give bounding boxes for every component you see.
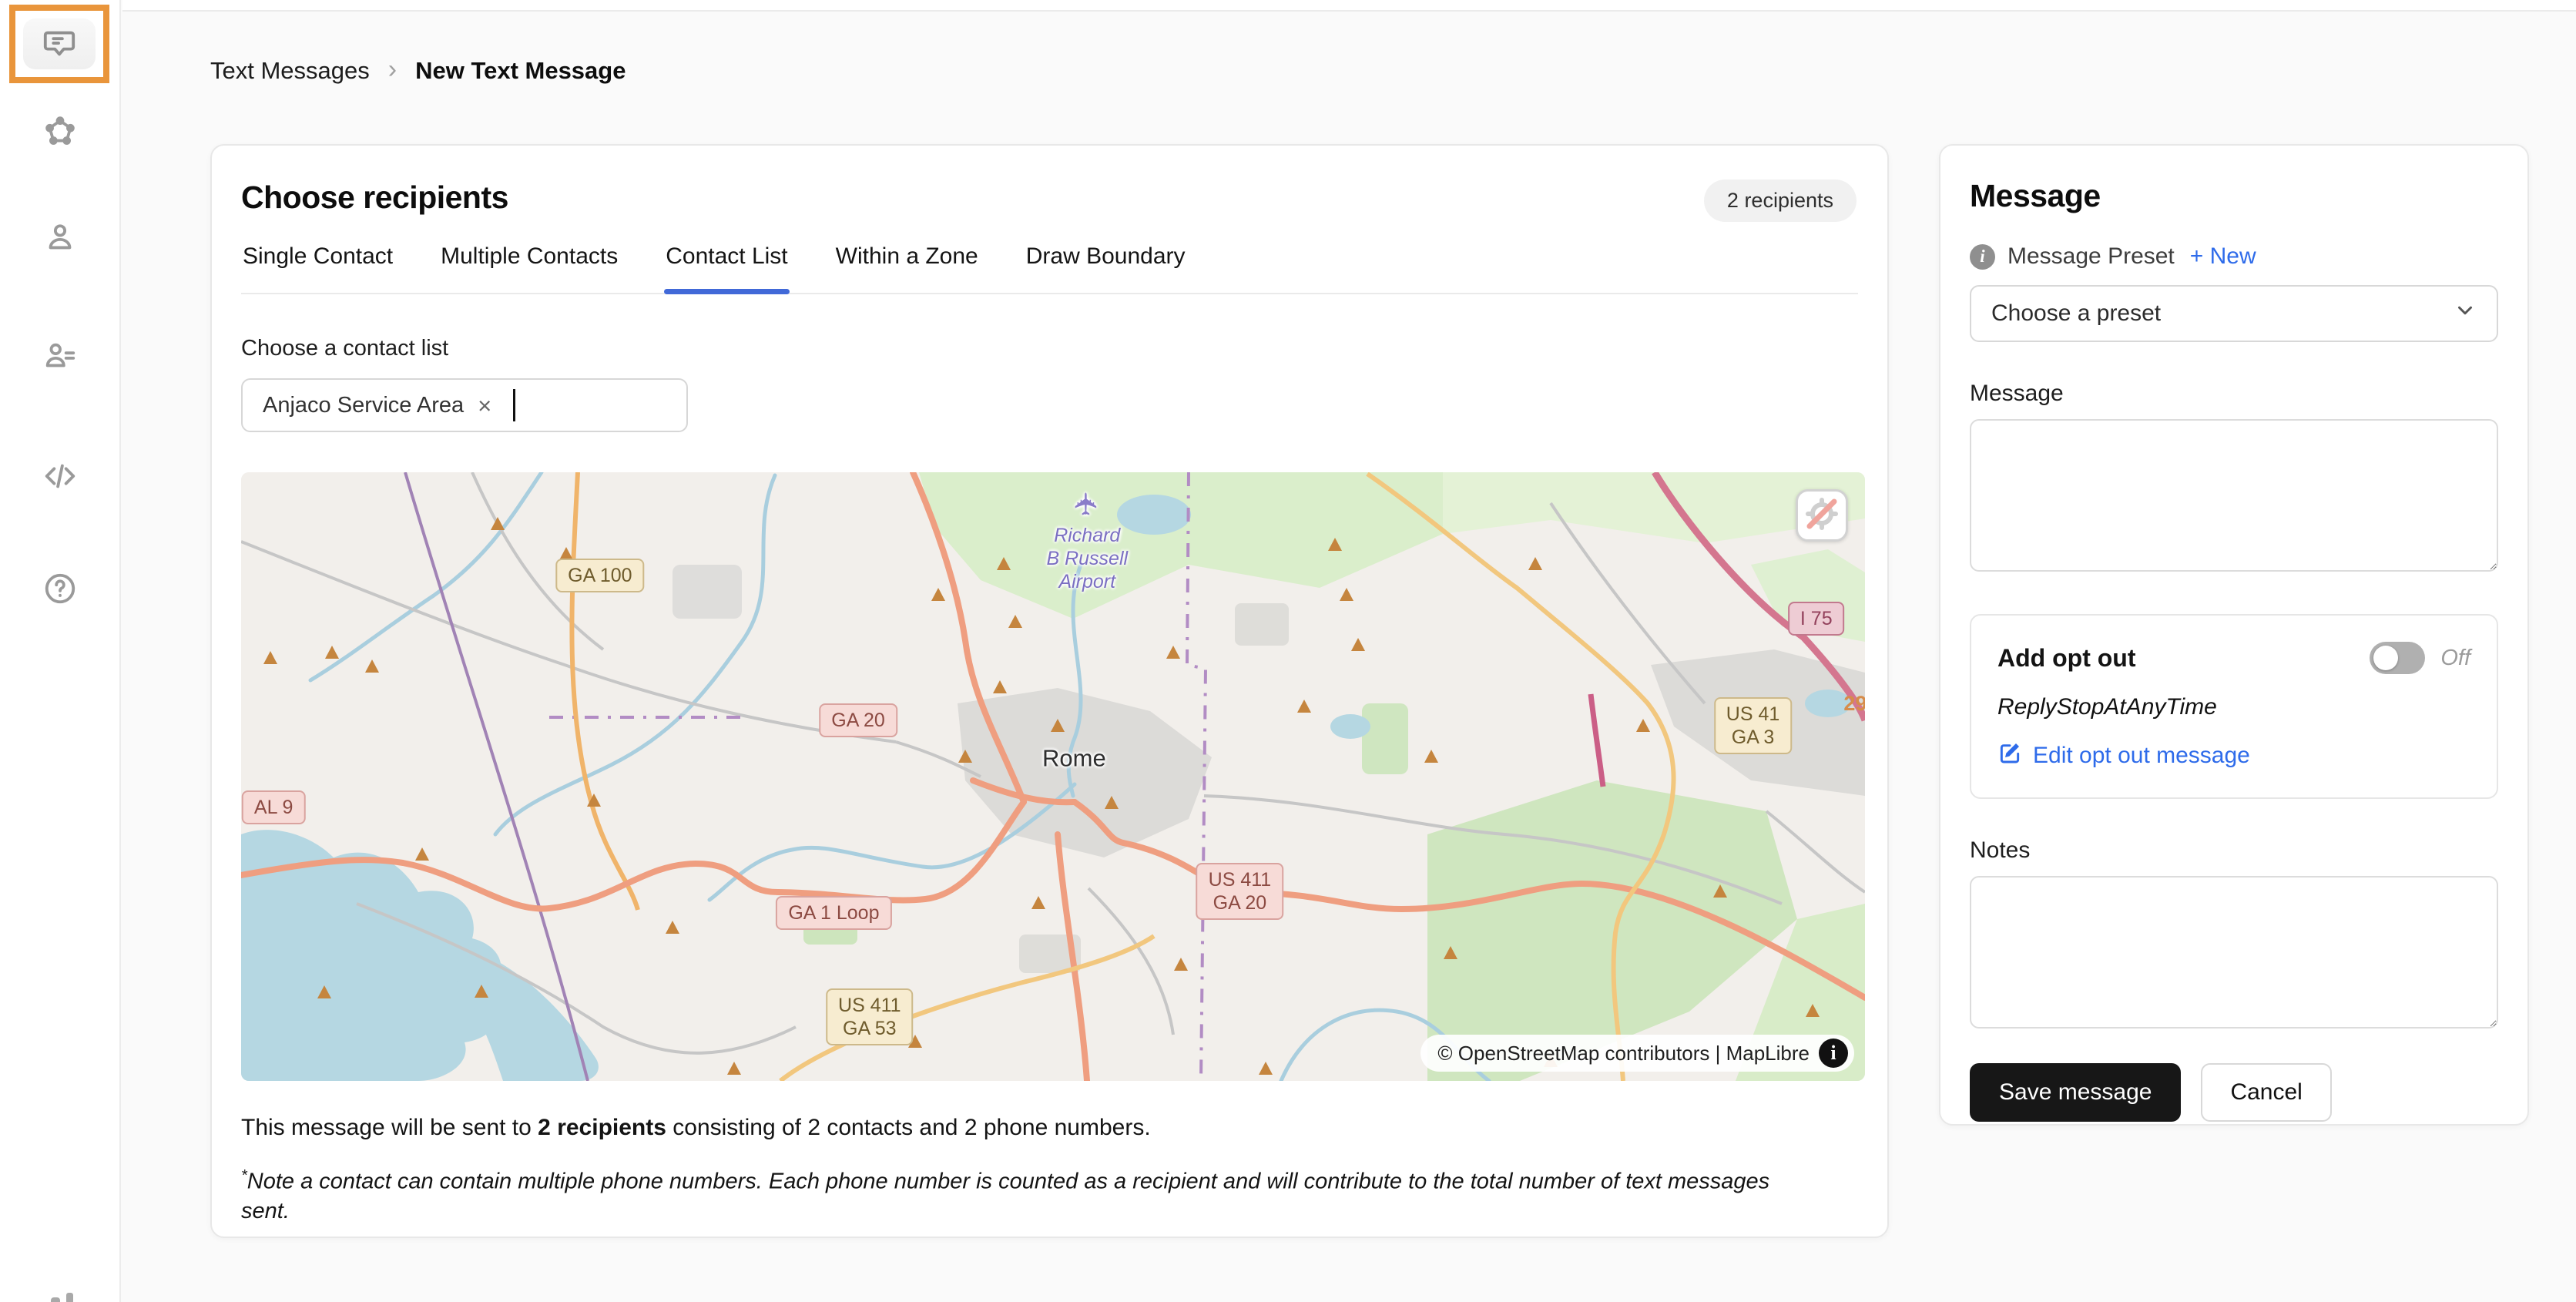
summary-count: 2 recipients	[538, 1115, 666, 1140]
note-text: Note a contact can contain multiple phon…	[241, 1169, 1769, 1223]
note-asterisk: *	[241, 1167, 247, 1184]
map-road-shield: GA 100	[555, 559, 644, 592]
map-road-shield: US 411GA 53	[826, 988, 914, 1045]
map-control-button[interactable]	[1796, 489, 1848, 542]
contact-list-label: Choose a contact list	[241, 336, 1858, 361]
text-cursor	[513, 389, 515, 421]
sidebar-item-messages[interactable]	[23, 18, 96, 69]
page-title: New Text Message	[415, 57, 626, 85]
opt-out-title: Add opt out	[1997, 644, 2135, 673]
sidebar-item-profile[interactable]	[42, 220, 79, 257]
chevron-right-icon: ›	[388, 55, 397, 85]
info-icon[interactable]: i	[1970, 244, 1995, 270]
contact-list-icon	[42, 338, 78, 378]
message-card: Message i Message Preset + New Choose a …	[1939, 144, 2529, 1126]
map-labels: GA 100 ✈RichardB RussellAirport I 75 GA 20 U…	[241, 472, 1865, 1081]
choose-recipients-card: Choose recipients 2 recipients Single Co…	[210, 144, 1889, 1238]
tab-contact-list[interactable]: Contact List	[664, 243, 789, 293]
map-city-label: Rome	[1042, 744, 1106, 773]
person-icon	[42, 220, 78, 259]
network-pentagon-icon	[42, 115, 78, 154]
opt-out-toggle[interactable]	[2370, 642, 2425, 674]
top-border-strip	[122, 0, 2576, 12]
map-canvas[interactable]: GA 100 ✈RichardB RussellAirport I 75 GA 20 U…	[241, 472, 1865, 1081]
summary-suffix: consisting of 2 contacts and 2 phone num…	[666, 1115, 1151, 1140]
message-card-title: Message	[1970, 178, 2498, 214]
edit-pencil-icon	[1997, 740, 2022, 771]
sidebar-item-developer[interactable]	[42, 459, 79, 496]
tab-single-contact[interactable]: Single Contact	[241, 243, 394, 293]
map-road-shield: 29	[1843, 691, 1865, 716]
map-road-shield: US 41GA 3	[1714, 697, 1792, 754]
recipients-card-title: Choose recipients	[241, 180, 1858, 216]
contact-list-input[interactable]: Anjaco Service Area ×	[241, 378, 688, 432]
preset-row: i Message Preset + New	[1970, 243, 2498, 270]
notes-label: Notes	[1970, 837, 2498, 864]
map-road-shield: GA 1 Loop	[776, 896, 891, 930]
chevron-down-icon	[2454, 299, 2477, 328]
map-road-shield: US 411GA 20	[1196, 863, 1284, 920]
edit-opt-out-label: Edit opt out message	[2033, 743, 2250, 769]
message-textarea[interactable]	[1970, 419, 2498, 572]
sidebar	[0, 0, 121, 1302]
save-message-button[interactable]: Save message	[1970, 1063, 2181, 1122]
cancel-button[interactable]: Cancel	[2201, 1063, 2331, 1122]
sidebar-item-help[interactable]	[42, 572, 79, 609]
chat-bubble-icon	[42, 25, 77, 64]
edit-opt-out-link[interactable]: Edit opt out message	[1997, 740, 2470, 771]
summary-prefix: This message will be sent to	[241, 1115, 538, 1140]
map-road-shield: AL 9	[242, 790, 306, 824]
breadcrumb: Text Messages › New Text Message	[210, 57, 626, 85]
sidebar-item-automations[interactable]	[42, 116, 79, 153]
notes-textarea[interactable]	[1970, 876, 2498, 1029]
recipients-count-badge: 2 recipients	[1704, 180, 1857, 222]
map-road-shield: GA 20	[819, 703, 897, 737]
toggle-knob	[2373, 646, 2398, 670]
remove-chip-icon[interactable]: ×	[478, 394, 491, 418]
preset-select-value: Choose a preset	[1991, 300, 2161, 327]
tab-draw-boundary[interactable]: Draw Boundary	[1025, 243, 1187, 293]
active-nav-highlight	[9, 5, 109, 83]
crossed-circle-icon	[1804, 496, 1840, 535]
info-icon[interactable]: i	[1819, 1039, 1848, 1068]
recipient-summary: This message will be sent to 2 recipient…	[241, 1115, 1858, 1141]
sidebar-item-partial	[49, 1291, 80, 1302]
sidebar-item-contacts[interactable]	[42, 339, 79, 376]
breadcrumb-parent[interactable]: Text Messages	[210, 57, 370, 85]
preset-select[interactable]: Choose a preset	[1970, 285, 2498, 342]
map-road-shield: I 75	[1788, 602, 1845, 636]
preset-label: Message Preset	[2007, 243, 2175, 270]
code-icon	[42, 458, 78, 498]
tab-within-a-zone[interactable]: Within a Zone	[834, 243, 980, 293]
map-airport-label: ✈RichardB RussellAirport	[1046, 485, 1128, 593]
recipient-tabs: Single Contact Multiple Contacts Contact L…	[241, 243, 1858, 294]
attribution-text: © OpenStreetMap contributors | MapLibre	[1437, 1042, 1810, 1065]
new-preset-link[interactable]: + New	[2190, 243, 2256, 270]
message-label: Message	[1970, 381, 2498, 407]
contact-list-chip: Anjaco Service Area	[263, 393, 464, 418]
help-circle-icon	[42, 571, 78, 610]
tab-multiple-contacts[interactable]: Multiple Contacts	[439, 243, 619, 293]
recipient-note: *Note a contact can contain multiple pho…	[241, 1166, 1813, 1226]
airplane-icon: ✈	[1068, 472, 1105, 545]
opt-out-state: Off	[2440, 646, 2470, 671]
map-attribution: © OpenStreetMap contributors | MapLibre …	[1420, 1035, 1854, 1072]
opt-out-box: Add opt out Off ReplyStopAtAnyTime Edit …	[1970, 614, 2498, 799]
opt-out-keyword: ReplyStopAtAnyTime	[1997, 694, 2470, 720]
